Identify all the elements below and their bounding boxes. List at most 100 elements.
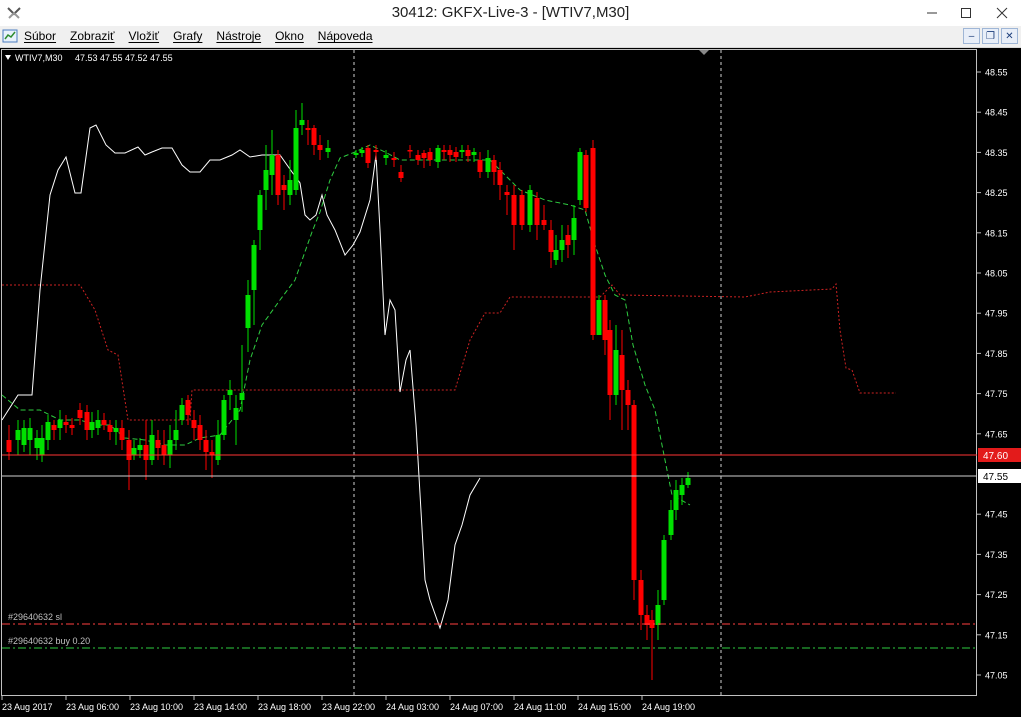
candle-bull	[655, 605, 661, 625]
candle-bull	[596, 300, 602, 335]
candle-bear	[197, 425, 203, 440]
order-label: #29640632 buy 0.20	[8, 636, 90, 646]
candle-bear	[185, 400, 191, 415]
candle-bear	[447, 150, 453, 155]
menu-charts[interactable]: Grafy	[173, 29, 202, 43]
candle-bull	[149, 435, 155, 460]
menu-insert[interactable]: Vložiť	[129, 29, 160, 43]
candle-bear	[51, 425, 57, 430]
time-tick-label: 23 Aug 10:00	[130, 702, 183, 712]
candle-bear	[373, 150, 379, 152]
candle-bear	[541, 220, 547, 225]
symbol-label: WTIV7,M30	[15, 53, 63, 63]
chart-shift-marker[interactable]	[699, 50, 709, 55]
chart-window-icon[interactable]	[2, 28, 18, 44]
candle-bull	[559, 240, 565, 250]
candle-bull	[263, 170, 269, 190]
menu-file[interactable]: Súbor	[24, 29, 56, 43]
price-tick-label: 47.25	[985, 590, 1008, 600]
candle-bear	[398, 172, 404, 178]
candle-bear	[63, 422, 69, 425]
price-tick-label: 47.15	[985, 630, 1008, 640]
mdi-restore-button[interactable]: ❐	[982, 28, 999, 44]
candle-bull	[39, 438, 45, 455]
menu-tools[interactable]: Nástroje	[216, 29, 261, 43]
candle-bear	[477, 160, 483, 172]
candle-bear	[391, 158, 397, 160]
menu-help[interactable]: Nápoveda	[318, 29, 373, 43]
candle-bull	[459, 150, 465, 152]
candle-bull	[661, 540, 667, 600]
candle-bull	[613, 350, 619, 395]
price-tick-label: 48.45	[985, 108, 1008, 118]
time-tick-label: 24 Aug 11:00	[514, 702, 566, 712]
candle-bear	[625, 390, 631, 405]
candlestick-series	[6, 103, 691, 680]
price-axis[interactable]: 48.55 48.45 48.35 48.25 48.15 48.05 47.95 47.85…	[977, 68, 1008, 681]
window-title: 30412: GKFX-Live-3 - [WTIV7,M30]	[391, 4, 630, 21]
close-icon: ✕	[1005, 30, 1014, 42]
candle-bull	[15, 430, 21, 440]
candle-bear	[84, 412, 90, 430]
price-tick-label: 47.75	[985, 389, 1008, 399]
candle-bear	[365, 148, 371, 163]
candle-bear	[161, 445, 167, 455]
menu-window[interactable]: Okno	[275, 29, 304, 43]
candle-bear	[126, 440, 132, 460]
candle-bear	[631, 405, 637, 580]
mdi-close-button[interactable]: ✕	[1001, 28, 1018, 44]
mdi-minimize-button[interactable]: –	[963, 28, 980, 44]
oscillator-line	[1, 124, 481, 630]
close-icon	[996, 7, 1008, 19]
time-axis[interactable]: 23 Aug 2017 23 Aug 06:00 23 Aug 10:00 23 Au…	[1, 695, 695, 712]
candle-bull	[383, 155, 389, 158]
price-tick-label: 47.85	[985, 349, 1008, 359]
candle-bear	[619, 355, 625, 390]
time-tick-label: 23 Aug 22:00	[322, 702, 375, 712]
candle-bull	[179, 405, 185, 420]
price-tick-label: 48.15	[985, 228, 1008, 238]
price-tick-label: 47.95	[985, 309, 1008, 319]
candle-bull	[293, 128, 299, 190]
candle-bull	[167, 440, 173, 455]
candle-bear	[590, 148, 596, 335]
price-tick-label: 47.35	[985, 550, 1008, 560]
cloud-dotted-line	[2, 282, 896, 421]
price-chart[interactable]: 48.55 48.45 48.35 48.25 48.15 48.05 47.95 47.85…	[0, 48, 1021, 717]
time-tick-label: 24 Aug 03:00	[386, 702, 439, 712]
candle-bull	[131, 448, 137, 455]
candle-bull	[215, 435, 221, 460]
minimize-button[interactable]	[915, 0, 949, 26]
candle-bull	[257, 195, 263, 230]
maximize-button[interactable]	[949, 0, 983, 26]
time-tick-label: 23 Aug 14:00	[194, 702, 247, 712]
candle-bull	[325, 148, 331, 152]
candle-bear	[465, 150, 471, 156]
maximize-icon	[961, 8, 971, 18]
close-button[interactable]	[983, 0, 1021, 26]
price-tick-label: 48.55	[985, 68, 1008, 78]
restore-icon: ❐	[986, 30, 995, 42]
candle-bear	[519, 195, 525, 225]
candle-bull	[57, 420, 63, 428]
bid-price-tag-text: 47.55	[983, 472, 1008, 483]
chart-menu-triangle-icon[interactable]	[5, 55, 11, 60]
candle-bear	[155, 440, 161, 448]
candle-bull	[673, 490, 679, 510]
price-tick-label: 47.65	[985, 429, 1008, 439]
candle-bull	[685, 478, 691, 485]
candle-bull	[173, 430, 179, 440]
candle-bear	[565, 235, 571, 245]
candle-bull	[485, 158, 491, 172]
title-bar: 30412: GKFX-Live-3 - [WTIV7,M30]	[0, 0, 1021, 26]
candle-bull	[679, 485, 685, 495]
candle-bull	[233, 408, 239, 420]
ohlc-values: 47.53 47.55 47.52 47.55	[75, 53, 173, 63]
candle-bull	[553, 250, 559, 260]
candle-bear	[441, 150, 447, 152]
candle-bear	[607, 330, 613, 395]
candle-bull	[137, 445, 143, 450]
menu-view[interactable]: Zobraziť	[70, 29, 115, 43]
candle-bear	[427, 152, 433, 160]
candle-bull	[571, 218, 577, 240]
